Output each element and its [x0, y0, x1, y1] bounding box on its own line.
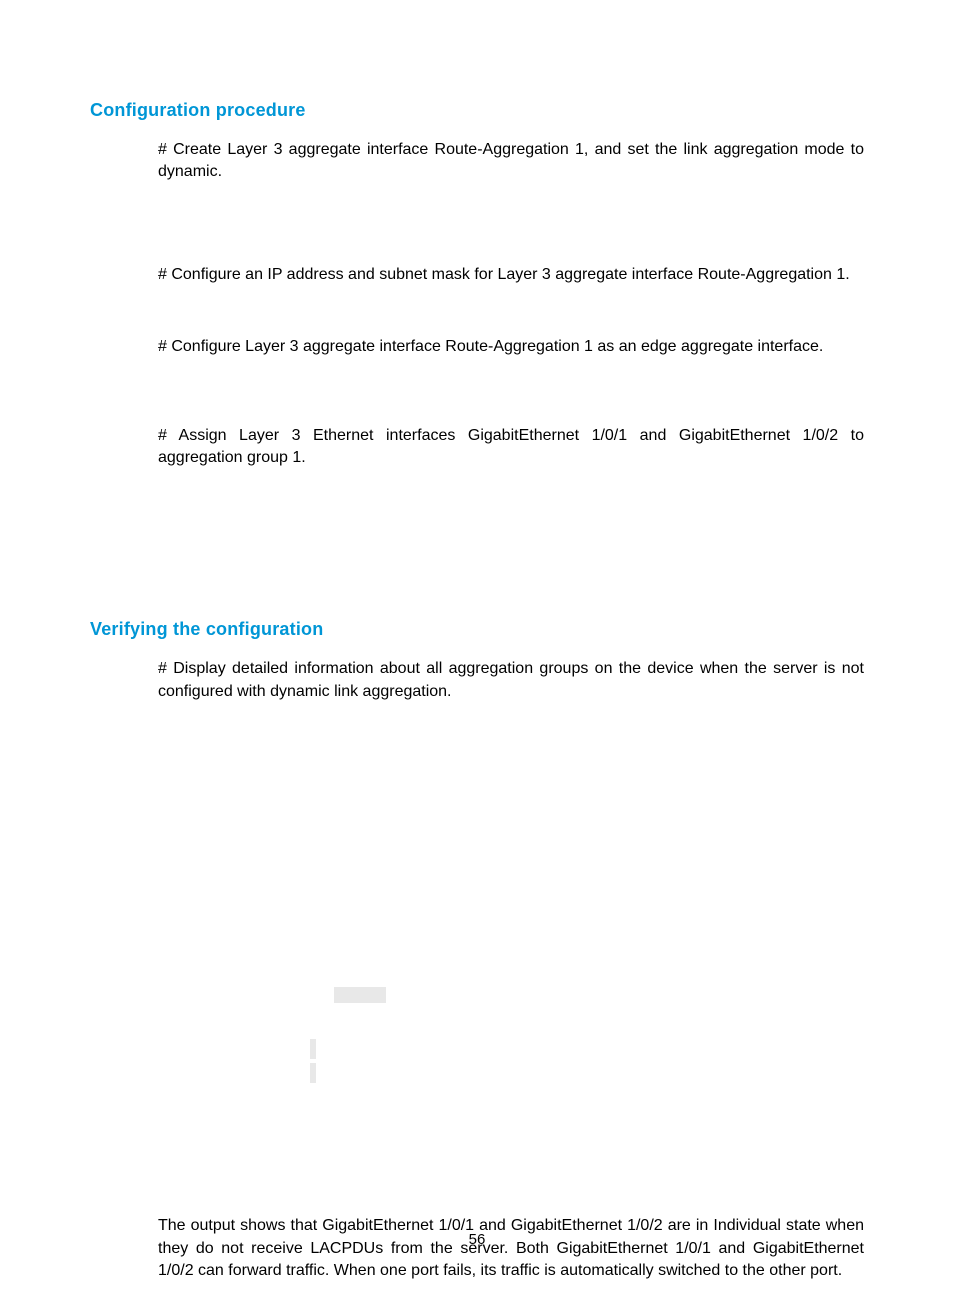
- output-placeholder: [158, 983, 864, 1085]
- paragraph: # Create Layer 3 aggregate interface Rou…: [158, 139, 864, 184]
- paragraph: # Display detailed information about all…: [158, 658, 864, 703]
- content-block: # Create Layer 3 aggregate interface Rou…: [158, 139, 864, 469]
- paragraph: # Configure an IP address and subnet mas…: [158, 264, 864, 286]
- placeholder-bar: [310, 1063, 316, 1083]
- page: Configuration procedure # Create Layer 3…: [0, 0, 954, 1296]
- paragraph: The output shows that GigabitEthernet 1/…: [158, 1215, 864, 1282]
- placeholder-bar: [310, 1039, 316, 1059]
- heading-verifying-configuration: Verifying the configuration: [90, 619, 864, 640]
- placeholder-bar: [334, 987, 386, 1003]
- heading-configuration-procedure: Configuration procedure: [90, 100, 864, 121]
- content-block: # Display detailed information about all…: [158, 658, 864, 1282]
- paragraph: # Configure Layer 3 aggregate interface …: [158, 336, 864, 358]
- page-number: 56: [0, 1231, 954, 1248]
- paragraph: # Assign Layer 3 Ethernet interfaces Gig…: [158, 425, 864, 470]
